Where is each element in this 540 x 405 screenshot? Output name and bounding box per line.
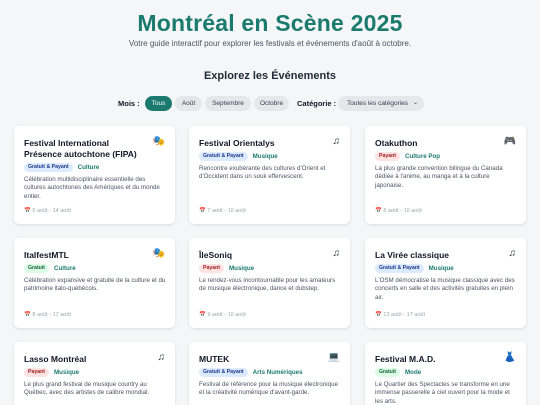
dress-icon: 👗 xyxy=(503,352,516,363)
event-card[interactable]: Festival M.A.D. 👗 Gratuit Mode Le Quartier d… xyxy=(365,342,526,405)
chevron-down-icon: ⌄ xyxy=(412,100,418,106)
event-tags: Gratuit & Payant Musique xyxy=(199,152,278,161)
price-badge: Payant xyxy=(375,152,401,161)
event-description: Festival de référence pour la musique él… xyxy=(199,381,338,397)
event-card[interactable]: La Virée classique ♫ Gratuit & Payant Musiq… xyxy=(365,238,526,328)
category-select-value: Toutes les catégories xyxy=(347,100,409,107)
event-date: 📅 13 août - 17 août xyxy=(375,312,425,318)
category-tag: Musique xyxy=(428,265,454,272)
event-date-text: 13 août - 17 août xyxy=(383,312,425,318)
month-filter-label: Mois : xyxy=(118,99,140,108)
category-tag: Mode xyxy=(405,369,422,376)
event-description: Célébration multidisciplinaire essentiel… xyxy=(24,176,160,200)
event-description: Le rendez-vous incontournable pour les a… xyxy=(199,277,336,293)
event-card[interactable]: Festival Orientalys ♫ Gratuit & Payant Musi… xyxy=(189,126,350,224)
event-date: 📅 8 août - 17 août xyxy=(24,312,71,318)
event-title: Festival Orientalys xyxy=(199,138,275,148)
event-title: Festival M.A.D. xyxy=(375,354,436,364)
month-pill-aout[interactable]: Août xyxy=(175,96,202,111)
event-date: 📅 5 août - 14 août xyxy=(24,208,71,214)
event-description: Célébration expansive et gratuite de la … xyxy=(24,277,166,293)
explore-heading: Explorez les Événements xyxy=(203,70,337,82)
event-date-text: 8 août - 10 août xyxy=(383,208,422,214)
music-note-icon: ♫ xyxy=(157,352,166,363)
category-filter-label: Catégorie : xyxy=(297,99,337,108)
event-date-text: 5 août - 14 août xyxy=(32,208,71,214)
event-tags: Gratuit Culture xyxy=(24,264,76,273)
event-description: L'OSM démocratise la musique classique a… xyxy=(375,277,515,301)
event-date-text: 7 août - 10 août xyxy=(207,208,246,214)
event-tags: Payant Culture Pop xyxy=(375,152,440,161)
music-note-icon: ♫ xyxy=(508,248,517,259)
page-title: Montréal en Scène 2025 xyxy=(137,10,403,36)
price-badge: Gratuit & Payant xyxy=(199,368,248,377)
category-select[interactable]: Toutes les catégories ⌄ xyxy=(338,96,424,111)
category-tag: Culture xyxy=(77,164,100,171)
category-tag: Culture xyxy=(54,265,76,272)
laptop-icon: 💻 xyxy=(327,352,340,363)
price-badge: Gratuit & Payant xyxy=(199,152,248,161)
event-title: Festival International Présence autochto… xyxy=(24,138,137,159)
category-tag: Musique xyxy=(252,153,278,160)
price-badge: Gratuit & Payant xyxy=(24,163,73,172)
event-description: La plus grande convention bilingue du Ca… xyxy=(375,165,503,189)
price-badge: Gratuit xyxy=(375,368,401,377)
event-date: 📅 9 août - 10 août xyxy=(199,312,246,318)
event-title: Otakuthon xyxy=(375,138,418,148)
event-date-text: 8 août - 17 août xyxy=(32,312,71,318)
filter-bar: Mois : Tous Août Septembre Octobre Catég… xyxy=(0,96,540,112)
event-tags: Gratuit & Payant Musique xyxy=(375,264,454,273)
price-badge: Gratuit & Payant xyxy=(375,264,424,273)
event-description: Le Quartier des Spectacles se transforme… xyxy=(375,381,510,405)
price-badge: Payant xyxy=(199,264,225,273)
event-tags: Gratuit Mode xyxy=(375,368,421,377)
music-note-icon: ♫ xyxy=(332,248,341,259)
month-pill-octobre[interactable]: Octobre xyxy=(254,96,289,111)
event-title: Lasso Montréal xyxy=(24,354,87,364)
event-card[interactable]: Otakuthon 🎮 Payant Culture Pop La plus grand… xyxy=(365,126,526,224)
event-card[interactable]: ItalfestMTL 🎭 Gratuit Culture Célébration ex… xyxy=(14,238,175,328)
theater-masks-icon: 🎭 xyxy=(152,136,165,147)
event-title: ÎleSoniq xyxy=(199,250,233,260)
month-pill-tous[interactable]: Tous xyxy=(145,96,172,111)
event-date: 📅 7 août - 10 août xyxy=(199,208,246,214)
event-card[interactable]: Lasso Montréal ♫ Payant Musique Le plus gran… xyxy=(14,342,175,405)
theater-masks-icon: 🎭 xyxy=(152,248,165,259)
event-card[interactable]: MUTEK 💻 Gratuit & Payant Arts Numériques Fes… xyxy=(189,342,350,405)
event-title: MUTEK xyxy=(199,354,230,364)
event-date: 📅 8 août - 10 août xyxy=(375,208,422,214)
event-tags: Payant Musique xyxy=(199,264,254,273)
page-subtitle: Votre guide interactif pour explorer les… xyxy=(128,39,412,48)
event-tags: Gratuit & Payant Arts Numériques xyxy=(199,368,303,377)
event-description: Le plus grand festival de musique countr… xyxy=(24,381,150,397)
category-tag: Musique xyxy=(54,369,80,376)
event-tags: Gratuit & Payant Culture xyxy=(24,163,99,172)
event-tags: Payant Musique xyxy=(24,368,79,377)
event-card[interactable]: Festival International Présence autochto… xyxy=(14,126,175,224)
event-date-text: 9 août - 10 août xyxy=(207,312,246,318)
price-badge: Gratuit xyxy=(24,264,50,273)
event-description: Rencontre exubérante des cultures d'Orie… xyxy=(199,165,326,181)
category-tag: Arts Numériques xyxy=(252,369,303,376)
month-pill-septembre[interactable]: Septembre xyxy=(205,96,251,111)
category-tag: Culture Pop xyxy=(405,153,441,160)
price-badge: Payant xyxy=(24,368,50,377)
category-tag: Musique xyxy=(229,265,255,272)
event-title: La Virée classique xyxy=(375,250,450,260)
event-card[interactable]: ÎleSoniq ♫ Payant Musique Le rendez-vous inc… xyxy=(189,238,350,328)
event-title: ItalfestMTL xyxy=(24,250,69,260)
music-note-icon: ♫ xyxy=(332,136,341,147)
game-controller-icon: 🎮 xyxy=(503,136,516,147)
